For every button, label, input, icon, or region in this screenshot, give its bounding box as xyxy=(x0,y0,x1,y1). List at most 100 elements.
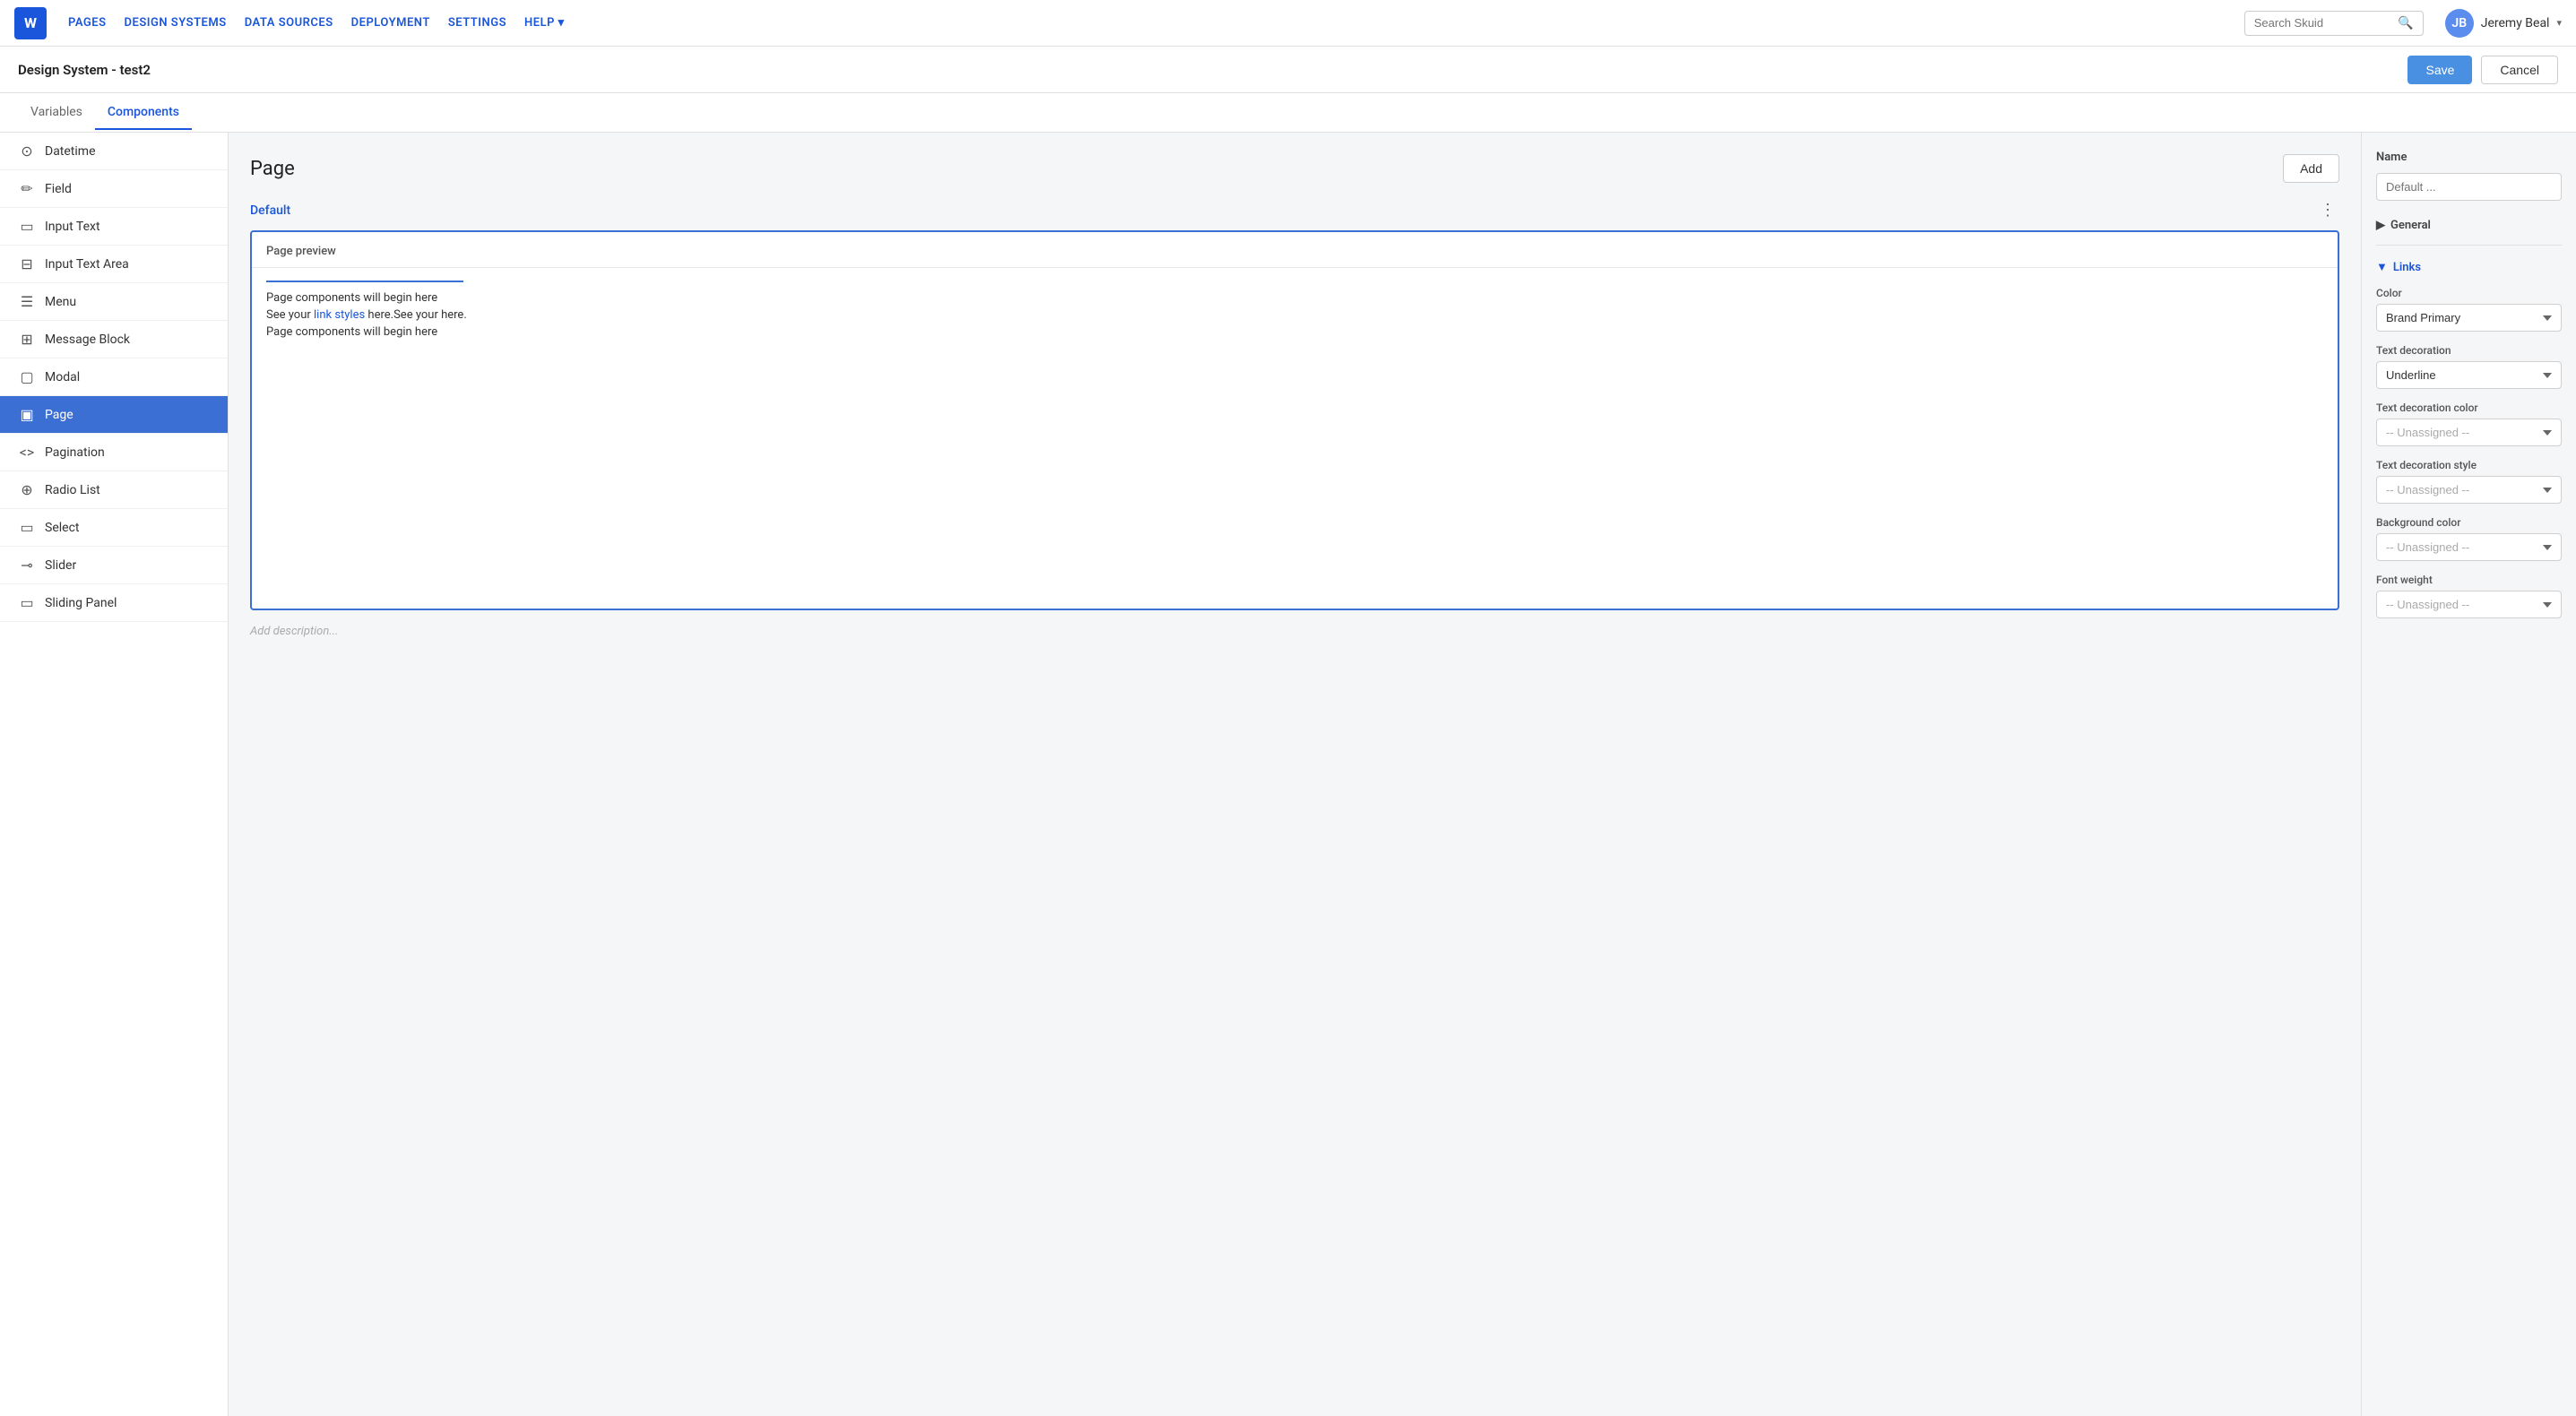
sidebar: ⊙ Datetime ✏ Field ▭ Input Text ⊟ Input … xyxy=(0,133,229,1416)
nav-settings[interactable]: SETTINGS xyxy=(448,13,506,33)
page-preview-card: Page preview Page components will begin … xyxy=(250,230,2339,610)
sidebar-item-sliding-panel[interactable]: ▭ Sliding Panel xyxy=(0,584,228,622)
add-button[interactable]: Add xyxy=(2283,154,2339,183)
sidebar-item-label: Input Text Area xyxy=(45,257,129,272)
general-label: General xyxy=(2390,219,2431,232)
section-header: Default ⋮ xyxy=(250,197,2339,223)
color-label: Color xyxy=(2376,287,2562,299)
top-navigation: W PAGES DESIGN SYSTEMS DATA SOURCES DEPL… xyxy=(0,0,2576,47)
user-name: Jeremy Beal xyxy=(2481,16,2550,30)
sidebar-item-label: Input Text xyxy=(45,220,100,234)
sidebar-item-label: Slider xyxy=(45,558,76,573)
select-icon: ▭ xyxy=(18,519,36,536)
design-system-title: Design System - test2 xyxy=(18,62,2407,78)
text-decoration-style-select[interactable]: -- Unassigned -- xyxy=(2376,476,2562,504)
preview-divider xyxy=(266,281,463,282)
page-icon: ▣ xyxy=(18,406,36,423)
links-label: Links xyxy=(2393,261,2421,274)
preview-line-2: See your link styles here.See your here. xyxy=(266,308,2323,322)
slider-icon: ⊸ xyxy=(18,557,36,574)
sidebar-item-slider[interactable]: ⊸ Slider xyxy=(0,547,228,584)
input-text-area-icon: ⊟ xyxy=(18,255,36,272)
save-button[interactable]: Save xyxy=(2407,56,2472,84)
search-icon: 🔍 xyxy=(2398,16,2413,30)
color-select[interactable]: Brand Primary -- Unassigned -- xyxy=(2376,304,2562,332)
message-block-icon: ⊞ xyxy=(18,331,36,348)
sidebar-item-message-block[interactable]: ⊞ Message Block xyxy=(0,321,228,358)
app-logo[interactable]: W xyxy=(14,7,47,39)
content-header: Page Add xyxy=(250,154,2339,183)
font-weight-label: Font weight xyxy=(2376,574,2562,586)
sidebar-item-datetime[interactable]: ⊙ Datetime xyxy=(0,133,228,170)
search-input[interactable] xyxy=(2254,16,2393,30)
sliding-panel-icon: ▭ xyxy=(18,594,36,611)
nav-links: PAGES DESIGN SYSTEMS DATA SOURCES DEPLOY… xyxy=(68,13,565,33)
font-weight-select[interactable]: -- Unassigned -- xyxy=(2376,591,2562,618)
links-section-content: Color Brand Primary -- Unassigned -- Tex… xyxy=(2376,287,2562,631)
sidebar-item-label: Page xyxy=(45,408,73,422)
text-decoration-select[interactable]: Underline None Line-through xyxy=(2376,361,2562,389)
header-actions: Save Cancel xyxy=(2407,56,2558,84)
cancel-button[interactable]: Cancel xyxy=(2481,56,2558,84)
sidebar-item-label: Sliding Panel xyxy=(45,596,117,610)
link-styles-link[interactable]: link styles xyxy=(314,308,365,322)
radio-list-icon: ⊕ xyxy=(18,481,36,498)
chevron-down-icon: ▼ xyxy=(2376,260,2388,274)
add-description[interactable]: Add description... xyxy=(250,625,2339,638)
sidebar-item-pagination[interactable]: <> Pagination xyxy=(0,434,228,471)
chevron-right-icon: ▶ xyxy=(2376,219,2385,232)
avatar: JB xyxy=(2445,9,2474,38)
section-name: Default xyxy=(250,203,2316,218)
sidebar-item-menu[interactable]: ☰ Menu xyxy=(0,283,228,321)
tab-variables[interactable]: Variables xyxy=(18,96,95,130)
nav-help[interactable]: HELP ▾ xyxy=(524,13,565,33)
tab-components[interactable]: Components xyxy=(95,96,192,130)
background-color-select[interactable]: -- Unassigned -- xyxy=(2376,533,2562,561)
pagination-icon: <> xyxy=(18,444,36,461)
nav-pages[interactable]: PAGES xyxy=(68,13,107,33)
nav-data-sources[interactable]: DATA SOURCES xyxy=(245,13,333,33)
sidebar-item-radio-list[interactable]: ⊕ Radio List xyxy=(0,471,228,509)
sidebar-item-label: Field xyxy=(45,182,72,196)
panel-name-label: Name xyxy=(2376,151,2562,164)
sidebar-item-modal[interactable]: ▢ Modal xyxy=(0,358,228,396)
sidebar-item-input-text-area[interactable]: ⊟ Input Text Area xyxy=(0,246,228,283)
menu-icon: ☰ xyxy=(18,293,36,310)
input-text-icon: ▭ xyxy=(18,218,36,235)
sidebar-item-field[interactable]: ✏ Field xyxy=(0,170,228,208)
sidebar-item-page[interactable]: ▣ Page xyxy=(0,396,228,434)
page-title: Page xyxy=(250,158,2283,180)
section-menu-icon[interactable]: ⋮ xyxy=(2316,197,2339,223)
chevron-down-icon: ▾ xyxy=(2556,17,2562,29)
sidebar-item-label: Datetime xyxy=(45,144,96,159)
sidebar-item-label: Radio List xyxy=(45,483,100,497)
links-section-header[interactable]: ▼ Links xyxy=(2376,256,2562,278)
right-panel: Name ▶ General ▼ Links Color Brand Prima… xyxy=(2361,133,2576,1416)
main-layout: ⊙ Datetime ✏ Field ▭ Input Text ⊟ Input … xyxy=(0,133,2576,1416)
field-icon: ✏ xyxy=(18,180,36,197)
nav-deployment[interactable]: DEPLOYMENT xyxy=(351,13,430,33)
sidebar-item-input-text[interactable]: ▭ Input Text xyxy=(0,208,228,246)
user-area[interactable]: JB Jeremy Beal ▾ xyxy=(2445,9,2562,38)
preview-header: Page preview xyxy=(252,232,2338,268)
datetime-icon: ⊙ xyxy=(18,142,36,160)
background-color-label: Background color xyxy=(2376,516,2562,529)
text-decoration-style-label: Text decoration style xyxy=(2376,459,2562,471)
panel-divider xyxy=(2376,245,2562,246)
sidebar-item-label: Message Block xyxy=(45,332,130,347)
sidebar-item-label: Menu xyxy=(45,295,76,309)
preview-line-1: Page components will begin here xyxy=(266,291,2323,305)
sidebar-item-select[interactable]: ▭ Select xyxy=(0,509,228,547)
general-section-header[interactable]: ▶ General xyxy=(2376,215,2562,236)
modal-icon: ▢ xyxy=(18,368,36,385)
sidebar-item-label: Select xyxy=(45,521,79,535)
nav-design-systems[interactable]: DESIGN SYSTEMS xyxy=(125,13,227,33)
search-box: 🔍 xyxy=(2244,11,2424,36)
text-decoration-color-label: Text decoration color xyxy=(2376,401,2562,414)
header-bar: Design System - test2 Save Cancel xyxy=(0,47,2576,93)
text-decoration-label: Text decoration xyxy=(2376,344,2562,357)
preview-line-3: Page components will begin here xyxy=(266,325,2323,339)
tabs-bar: Variables Components xyxy=(0,93,2576,133)
text-decoration-color-select[interactable]: -- Unassigned -- xyxy=(2376,419,2562,446)
panel-name-input[interactable] xyxy=(2376,173,2562,201)
